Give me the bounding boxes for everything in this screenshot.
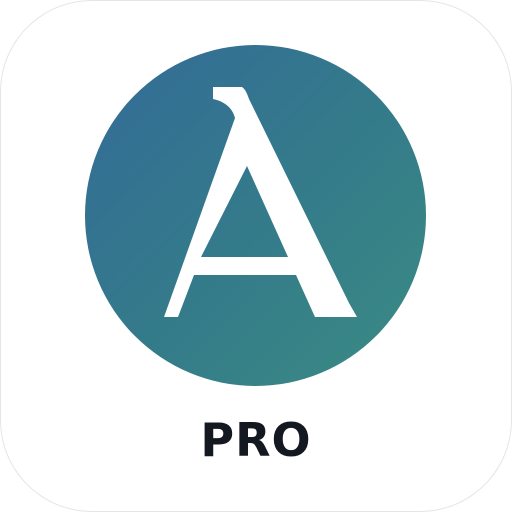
pro-badge-label: PRO (200, 413, 312, 467)
app-icon[interactable]: PRO (0, 0, 512, 512)
serif-letter-a-icon (164, 87, 357, 317)
logo-circle (85, 45, 426, 386)
